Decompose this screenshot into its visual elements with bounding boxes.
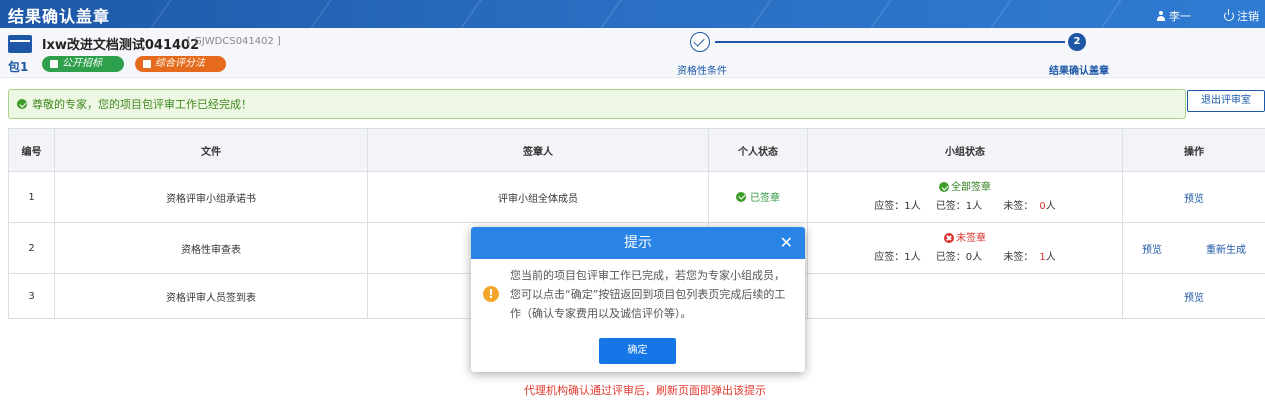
prompt-dialog: 提示 ✕ ! 您当前的项目包评审工作已完成，若您为专家小组成员，您可以点击“确定… [471, 227, 805, 372]
close-icon[interactable]: ✕ [780, 227, 793, 259]
dialog-message: 您当前的项目包评审工作已完成，若您为专家小组成员，您可以点击“确定”按钮返回到项… [510, 269, 786, 320]
warning-icon: ! [483, 286, 499, 302]
confirm-button[interactable]: 确定 [599, 338, 676, 364]
footer-note: 代理机构确认通过评审后，刷新页面即弹出该提示 [524, 384, 766, 397]
dialog-header: 提示 ✕ [471, 227, 805, 259]
dialog-title: 提示 [624, 235, 652, 251]
